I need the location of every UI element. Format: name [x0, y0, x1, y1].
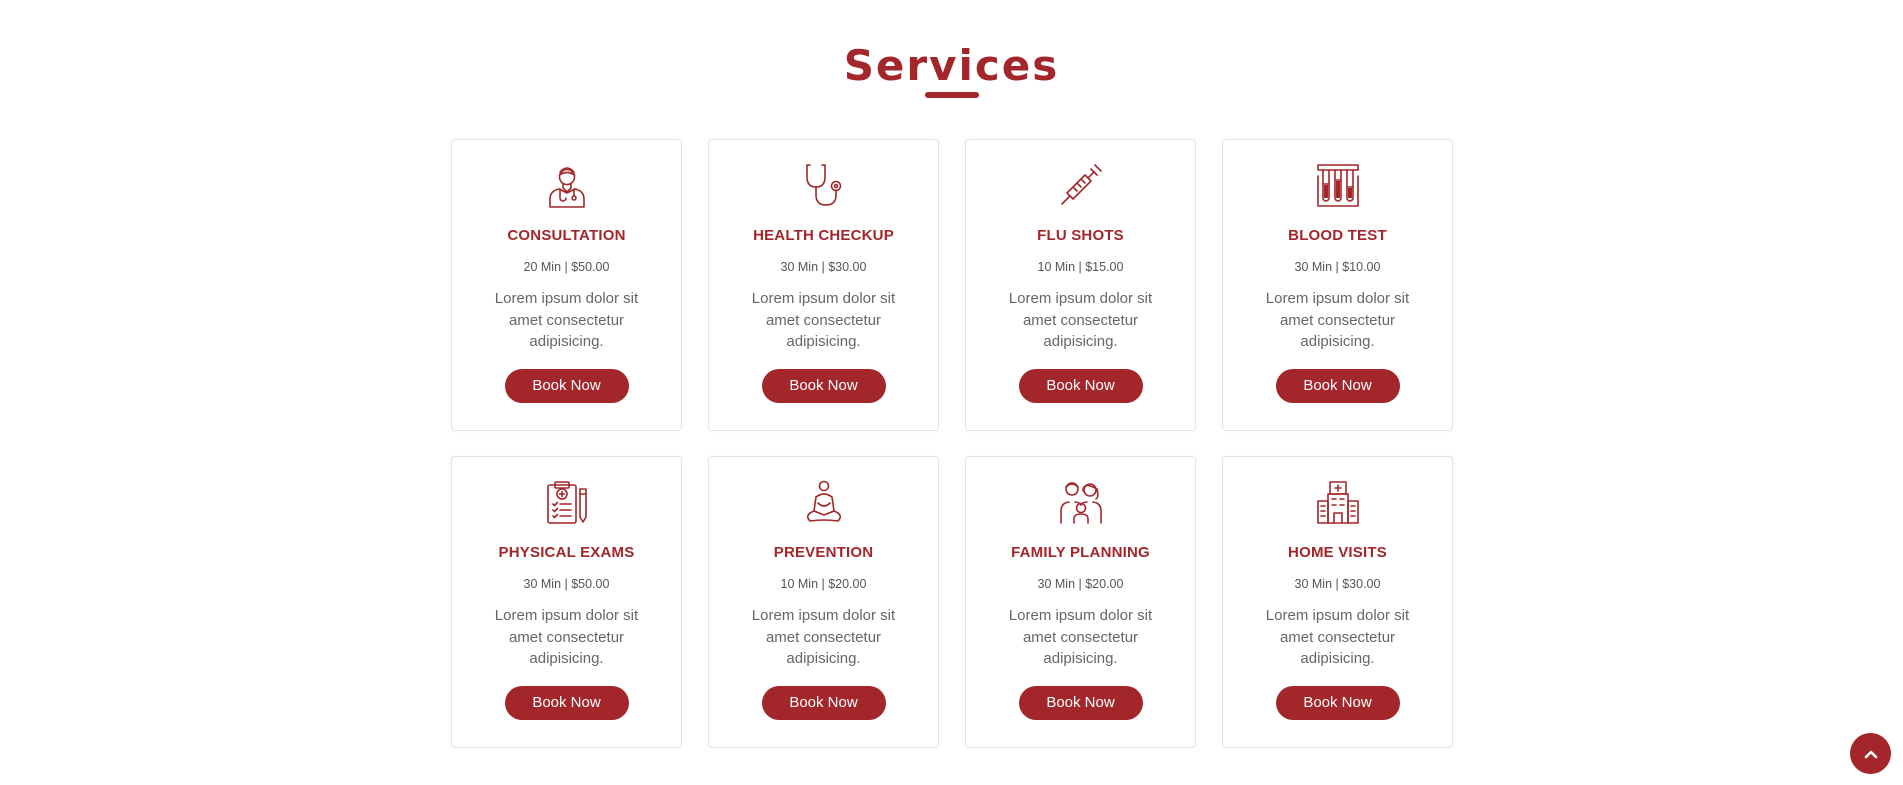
service-title: FLU SHOTS: [1037, 227, 1124, 244]
service-card-family-planning: FAMILY PLANNING 30 Min | $20.00 Lorem ip…: [965, 456, 1196, 748]
service-card-flu-shots: FLU SHOTS 10 Min | $15.00 Lorem ipsum do…: [965, 139, 1196, 431]
book-now-button[interactable]: Book Now: [761, 368, 886, 403]
service-card-blood-test: BLOOD TEST 30 Min | $10.00 Lorem ipsum d…: [1222, 139, 1453, 431]
service-title: BLOOD TEST: [1288, 227, 1387, 244]
service-title: HEALTH CHECKUP: [753, 227, 894, 244]
service-meta: 30 Min | $20.00: [1037, 577, 1124, 591]
book-now-button[interactable]: Book Now: [1275, 368, 1400, 403]
meditation-icon: [709, 479, 938, 525]
service-meta: 30 Min | $50.00: [523, 577, 610, 591]
service-description: Lorem ipsum dolor sit amet consectetur a…: [494, 290, 639, 350]
services-grid: CONSULTATION 20 Min | $50.00 Lorem ipsum…: [451, 139, 1455, 748]
service-title: PREVENTION: [773, 544, 874, 561]
service-meta: 10 Min | $20.00: [780, 577, 867, 591]
service-description: Lorem ipsum dolor sit amet consectetur a…: [1008, 290, 1153, 350]
service-card-prevention: PREVENTION 10 Min | $20.00 Lorem ipsum d…: [708, 456, 939, 748]
title-underline: [925, 92, 979, 98]
doctor-icon: [452, 162, 681, 208]
scroll-to-top-button[interactable]: [1850, 733, 1891, 774]
service-card-consultation: CONSULTATION 20 Min | $50.00 Lorem ipsum…: [451, 139, 682, 431]
service-title: CONSULTATION: [507, 227, 626, 244]
syringe-icon: [966, 162, 1195, 208]
stethoscope-icon: [709, 162, 938, 208]
book-now-button[interactable]: Book Now: [504, 368, 629, 403]
service-meta: 30 Min | $30.00: [780, 260, 867, 274]
service-description: Lorem ipsum dolor sit amet consectetur a…: [751, 290, 896, 350]
family-icon: [966, 479, 1195, 525]
hospital-icon: [1223, 479, 1452, 525]
section-title: Services: [843, 41, 1060, 90]
book-now-button[interactable]: Book Now: [1018, 368, 1143, 403]
book-now-button[interactable]: Book Now: [504, 685, 629, 720]
chevron-up-icon: [1864, 750, 1877, 758]
blood-tubes-icon: [1223, 162, 1452, 208]
service-meta: 30 Min | $10.00: [1294, 260, 1381, 274]
book-now-button[interactable]: Book Now: [1018, 685, 1143, 720]
service-title: PHYSICAL EXAMS: [498, 544, 635, 561]
service-card-health-checkup: HEALTH CHECKUP 30 Min | $30.00 Lorem ips…: [708, 139, 939, 431]
service-description: Lorem ipsum dolor sit amet consectetur a…: [1265, 290, 1410, 350]
service-description: Lorem ipsum dolor sit amet consectetur a…: [1008, 607, 1153, 667]
service-meta: 20 Min | $50.00: [523, 260, 610, 274]
service-title: FAMILY PLANNING: [1011, 544, 1150, 561]
service-meta: 10 Min | $15.00: [1037, 260, 1124, 274]
service-description: Lorem ipsum dolor sit amet consectetur a…: [1265, 607, 1410, 667]
service-card-home-visits: HOME VISITS 30 Min | $30.00 Lorem ipsum …: [1222, 456, 1453, 748]
clipboard-icon: [452, 479, 681, 525]
service-meta: 30 Min | $30.00: [1294, 577, 1381, 591]
service-description: Lorem ipsum dolor sit amet consectetur a…: [751, 607, 896, 667]
book-now-button[interactable]: Book Now: [1275, 685, 1400, 720]
book-now-button[interactable]: Book Now: [761, 685, 886, 720]
service-card-physical-exams: PHYSICAL EXAMS 30 Min | $50.00 Lorem ips…: [451, 456, 682, 748]
service-description: Lorem ipsum dolor sit amet consectetur a…: [494, 607, 639, 667]
service-title: HOME VISITS: [1288, 544, 1387, 561]
